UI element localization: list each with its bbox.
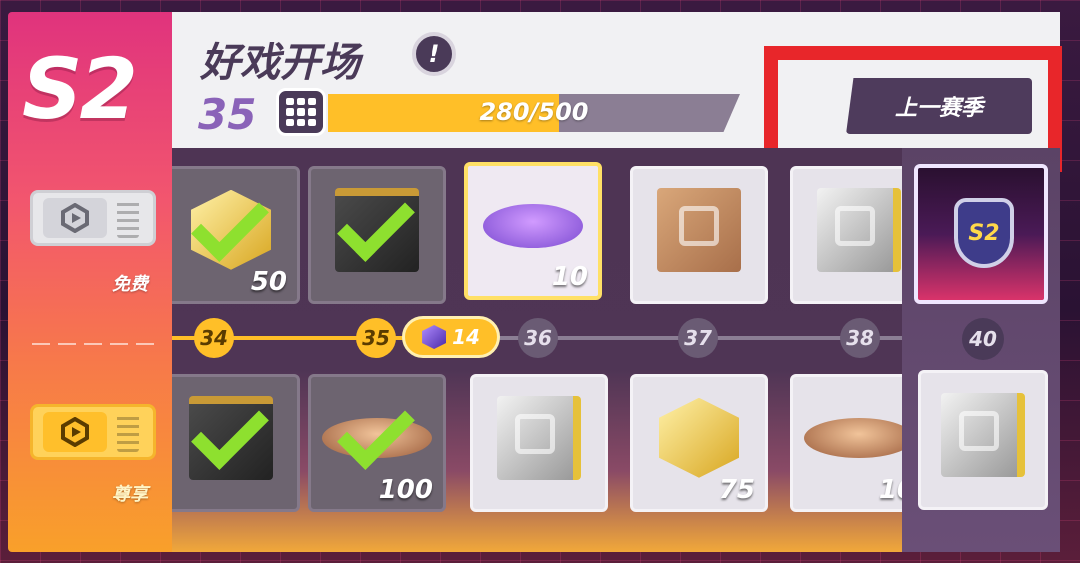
free-ticket-logo-icon bbox=[43, 198, 107, 238]
premium-reward-card[interactable] bbox=[470, 374, 608, 512]
free-track-label: 免费 bbox=[112, 274, 148, 295]
season-panel: S2 免费 尊享 bbox=[8, 12, 172, 552]
track-divider bbox=[32, 343, 162, 345]
premium-ticket-stub bbox=[117, 412, 139, 452]
brand-logo-icon bbox=[679, 206, 719, 247]
reward-quantity: 100 bbox=[378, 475, 433, 505]
silver-box-icon bbox=[817, 187, 901, 272]
free-ticket-stub bbox=[117, 198, 139, 238]
premium-reward-card[interactable]: 100 bbox=[308, 374, 446, 512]
gem-icon bbox=[422, 325, 447, 349]
premium-reward-card[interactable] bbox=[172, 374, 300, 512]
season-emblem-icon: S2 bbox=[954, 198, 1014, 268]
level-node: 36 bbox=[518, 318, 558, 358]
brand-logo-icon bbox=[835, 206, 875, 247]
level-node: 37 bbox=[678, 318, 718, 358]
xp-progress-text: 280/500 bbox=[479, 98, 589, 126]
level-badge-icon bbox=[276, 88, 326, 136]
season-label: S2 bbox=[22, 40, 138, 138]
free-reward-card-selected[interactable]: 10 bbox=[464, 162, 602, 300]
reward-quantity: 10 bbox=[878, 475, 902, 505]
free-reward-card[interactable]: 50 bbox=[172, 166, 300, 304]
milestone-reward-card[interactable]: S2 bbox=[914, 164, 1048, 304]
milestone-level-node: 40 bbox=[962, 318, 1004, 360]
reward-track[interactable]: 50 10 34 35 14 36 37 38 100 75 1 bbox=[172, 148, 902, 552]
premium-ticket[interactable] bbox=[30, 404, 156, 460]
current-level: 35 bbox=[198, 90, 257, 139]
premium-track-label: 尊享 bbox=[112, 484, 148, 505]
free-reward-card[interactable] bbox=[308, 166, 446, 304]
milestone-column: S2 40 bbox=[902, 148, 1060, 552]
free-reward-card[interactable] bbox=[630, 166, 768, 304]
level-node: 38 bbox=[840, 318, 880, 358]
info-icon[interactable]: ! bbox=[412, 32, 456, 76]
free-ticket[interactable] bbox=[30, 190, 156, 246]
level-node: 35 bbox=[356, 318, 396, 358]
reward-quantity: 75 bbox=[718, 475, 755, 505]
brand-logo-icon bbox=[515, 414, 555, 455]
brand-logo-icon bbox=[959, 411, 999, 452]
purple-coins-icon bbox=[483, 203, 583, 248]
silver-box-icon bbox=[941, 392, 1025, 477]
xp-progress-bar: 280/500 bbox=[328, 94, 740, 132]
silver-box-icon bbox=[497, 395, 581, 480]
milestone-premium-reward-card[interactable] bbox=[918, 370, 1048, 510]
reward-quantity: 10 bbox=[551, 262, 588, 292]
xp-chip-value: 14 bbox=[452, 325, 480, 349]
level-node: 34 bbox=[194, 318, 234, 358]
reward-quantity: 50 bbox=[250, 267, 287, 297]
pass-title: 好戏开场 bbox=[200, 40, 360, 86]
kraft-box-icon bbox=[657, 187, 741, 272]
premium-reward-card[interactable]: 75 bbox=[630, 374, 768, 512]
free-reward-card[interactable] bbox=[790, 166, 902, 304]
premium-reward-card[interactable]: 10 bbox=[790, 374, 902, 512]
bronze-coins-icon bbox=[804, 417, 902, 458]
premium-ticket-logo-icon bbox=[43, 412, 107, 452]
claimed-check-icon bbox=[337, 392, 415, 470]
gold-gem-icon bbox=[659, 397, 739, 478]
xp-chip: 14 bbox=[402, 316, 500, 358]
